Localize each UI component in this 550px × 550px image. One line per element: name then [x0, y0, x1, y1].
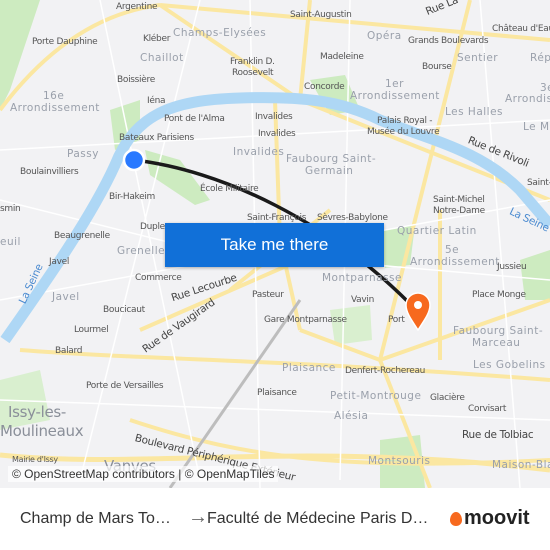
district-label: Les Gobelins — [473, 359, 546, 371]
district-label: Arrondissement — [410, 256, 500, 268]
district-label: Champs-Elysées — [173, 27, 267, 39]
map-label: Place Monge — [472, 290, 526, 300]
map-label: Balard — [55, 346, 83, 356]
map-label: Duple — [140, 222, 165, 232]
map-label: Palais Royal - — [377, 116, 433, 126]
arrow-right-icon: → — [188, 506, 208, 528]
district-label: Chaillot — [140, 52, 184, 64]
map[interactable]: Argentine Saint-Augustin Rue La Château … — [0, 0, 550, 488]
map-label: Gare Montparnasse — [264, 315, 347, 325]
district-label: Montsouris — [368, 455, 431, 467]
map-label: Invalides — [258, 129, 296, 139]
district-label: Arrondissement — [350, 90, 440, 102]
district-label: Passy — [67, 148, 99, 160]
map-label: Pont de l'Alma — [164, 114, 225, 124]
map-label: Bir-Hakeim — [109, 192, 156, 202]
map-label: Lourmel — [74, 325, 109, 335]
map-label: smin — [0, 204, 21, 214]
district-label: Opéra — [367, 30, 402, 42]
moovit-pin-icon — [450, 511, 462, 526]
map-label: Boissière — [117, 75, 155, 85]
map-label: Château d'Eau — [492, 24, 550, 34]
map-label: Saint-François — [247, 213, 307, 223]
map-label: Mairie d'Issy — [12, 455, 58, 464]
map-label: Iéna — [147, 96, 166, 106]
map-label: Saint-Augustin — [290, 10, 352, 20]
map-label: Porte de Versailles — [86, 381, 164, 391]
district-label: Arrondis — [505, 93, 550, 105]
street-label: Rue de Tolbiac — [462, 429, 534, 441]
map-label: Madeleine — [320, 52, 364, 62]
map-label: Sèvres-Babylone — [317, 213, 388, 223]
district-label: Alésia — [334, 410, 369, 422]
map-label: Bourse — [422, 62, 452, 72]
map-label: Argentine — [116, 2, 158, 12]
map-label: École Militaire — [200, 184, 259, 194]
district-label: Sentier — [457, 52, 499, 64]
map-label: Grands Boulevards — [408, 36, 489, 46]
map-label: Javel — [49, 257, 70, 267]
origin-name: Champ de Mars To… — [20, 510, 171, 527]
district-label: Plaisance — [282, 362, 336, 374]
district-label: 16e — [43, 90, 65, 102]
route-footer: Champ de Mars To… → Faculté de Médecine … — [0, 488, 550, 550]
district-label: Montparnasse — [322, 272, 402, 284]
district-label: Marceau — [472, 337, 521, 349]
park-cemetery — [330, 305, 372, 345]
district-label: Germain — [305, 165, 354, 177]
map-label: Commerce — [135, 273, 182, 283]
city-label: Issy-les- — [8, 403, 67, 421]
district-label: Javel — [52, 291, 80, 303]
district-label: Petit-Montrouge — [330, 390, 422, 402]
district-label: Les Halles — [445, 106, 504, 118]
map-label: Vavin — [351, 295, 375, 305]
map-label: Franklin D. — [230, 57, 275, 67]
map-label: Saint-L — [527, 178, 550, 188]
district-label: euil — [0, 236, 21, 248]
take-me-there-button[interactable]: Take me there — [165, 223, 384, 267]
district-label: Grenelle — [117, 245, 166, 257]
map-attribution[interactable]: © OpenStreetMap contributors | © OpenMap… — [8, 466, 279, 482]
map-label: Saint-Michel — [433, 195, 485, 205]
map-label: Plaisance — [257, 388, 297, 398]
map-label: Musée du Louvre — [367, 127, 440, 137]
destination-name: Faculté de Médecine Paris D… — [207, 510, 429, 527]
map-label: Concorde — [304, 82, 345, 92]
map-label: Corvisart — [468, 404, 507, 414]
map-label: Denfert-Rochereau — [345, 366, 426, 376]
map-label: Bateaux Parisiens — [119, 133, 194, 143]
map-label: Glacière — [430, 393, 465, 403]
district-label: 1er — [385, 78, 404, 90]
district-label: 5e — [445, 244, 460, 256]
district-label: Maison-Bla — [492, 459, 550, 471]
district-label: Faubourg Saint- — [453, 325, 544, 337]
district-label: Faubourg Saint- — [286, 153, 377, 165]
map-label: Beaugrenelle — [54, 231, 110, 241]
map-label: Kléber — [143, 34, 171, 44]
district-label: Invalides — [233, 146, 285, 158]
destination-pin-icon[interactable] — [405, 292, 431, 332]
brand-name: moovit — [464, 507, 530, 529]
map-label: Porte Dauphine — [32, 37, 98, 47]
map-label: Jussieu — [497, 262, 527, 272]
district-label: Le Ma — [523, 121, 550, 133]
map-label: Invalides — [255, 112, 293, 122]
park-bois-de-boulogne — [0, 0, 40, 110]
district-label: Rép — [530, 52, 550, 64]
district-label: Quartier Latin — [397, 225, 477, 237]
map-label: Boucicaut — [103, 305, 145, 315]
origin-dot-icon[interactable] — [122, 148, 146, 172]
map-label: Port — [388, 315, 405, 325]
district-label: Arrondissement — [10, 102, 100, 114]
map-label: Roosevelt — [232, 68, 274, 78]
map-label: Boulainvilliers — [20, 167, 79, 177]
map-label: Notre-Dame — [433, 206, 485, 216]
map-label: Pasteur — [252, 290, 284, 300]
moovit-logo[interactable]: moovit — [450, 507, 530, 530]
city-label: Moulineaux — [0, 422, 84, 440]
